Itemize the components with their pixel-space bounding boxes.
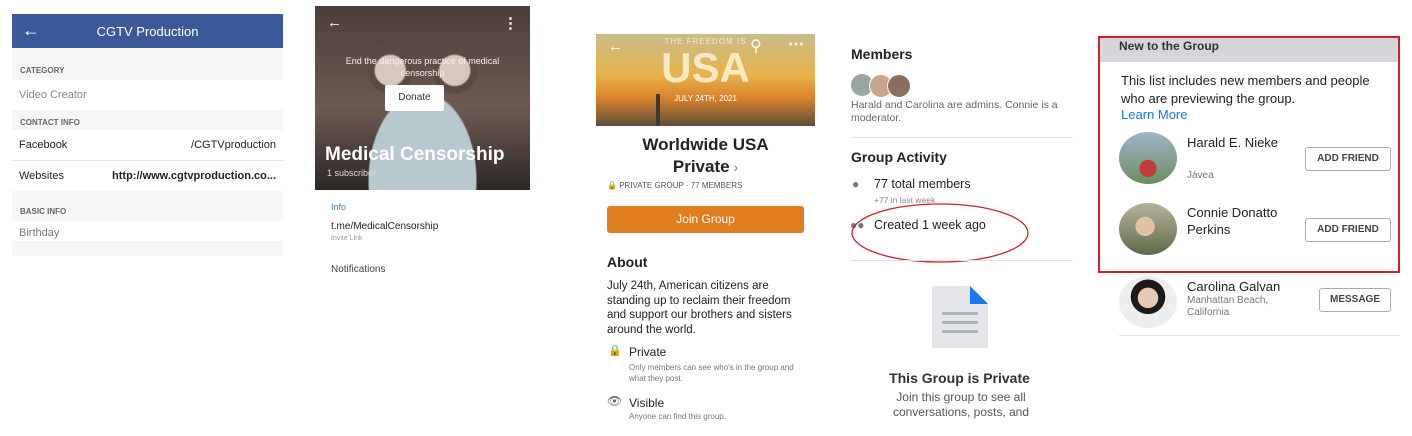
cgtv-header: ← CGTV Production [12, 14, 283, 48]
group-cover-image: THE FREEDOM IS USA JULY 24TH, 2021 [596, 34, 815, 126]
back-arrow-icon[interactable]: ← [608, 38, 623, 55]
privacy-desc: Only members can see who's in the group … [629, 363, 794, 383]
telegram-channel-panel: ← ⋮ End the dangerous practice of medica… [315, 6, 530, 276]
basic-info-header: BASIC INFO [20, 207, 67, 216]
group-name-line1: Worldwide USA [642, 135, 769, 154]
birthday-row-cutoff: Birthday [12, 221, 283, 241]
document-icon [932, 286, 988, 348]
category-header: CATEGORY [20, 66, 65, 75]
member-avatar-carolina[interactable] [1119, 276, 1177, 328]
link-caption: Invite Link [331, 235, 363, 242]
contact-header: CONTACT INFO [20, 118, 80, 127]
category-value: Video Creator [19, 89, 87, 101]
category-row: Video Creator [12, 80, 283, 110]
group-preview-panel: THE FREEDOM IS USA JULY 24TH, 2021 ← ⚲ ⋯… [596, 34, 815, 434]
about-header: About [607, 254, 648, 270]
websites-row[interactable]: Websites http://www.cgtvproduction.co... [12, 161, 283, 191]
lock-icon: 🔒 [608, 345, 622, 357]
info-header: Info [331, 202, 347, 212]
group-meta: 🔒 PRIVATE GROUP · 77 MEMBERS [607, 181, 742, 190]
more-options-icon[interactable]: ⋮ [503, 14, 518, 32]
red-circle-annotation [851, 203, 1029, 263]
lock-icon: 🔒 [607, 181, 617, 190]
divider [851, 260, 1073, 261]
admins-text: Harald and Carolina are admins. Connie i… [851, 99, 1058, 124]
group-name-private: Private [672, 157, 730, 176]
message-button[interactable]: MESSAGE [1319, 288, 1391, 312]
member-location-carolina: Manhattan Beach, California [1187, 295, 1269, 318]
websites-label: Websites [19, 170, 65, 182]
person-icon: ● [852, 177, 860, 191]
privacy-title: Private [629, 345, 667, 359]
member-name-carolina[interactable]: Carolina Galvan [1187, 279, 1280, 294]
cgtv-info-panel: ← CGTV Production CATEGORY Video Creator… [12, 14, 283, 256]
group-meta-text: PRIVATE GROUP · 77 MEMBERS [619, 181, 743, 190]
red-highlight-box [1098, 36, 1400, 273]
search-icon[interactable]: ⚲ [750, 36, 762, 56]
channel-link[interactable]: t.me/MedicalCensorship [331, 221, 438, 232]
more-options-icon[interactable]: ⋯ [788, 34, 804, 54]
private-group-desc: Join this group to see all conversations… [892, 390, 1030, 419]
facebook-value[interactable]: /CGTVproduction [191, 139, 276, 151]
channel-name: Medical Censorship [325, 144, 505, 165]
join-group-button[interactable]: Join Group [607, 206, 804, 233]
page-title: CGTV Production [96, 24, 199, 39]
visibility-desc: Anyone can find this group. [629, 412, 726, 421]
eye-icon: 👁 [607, 394, 623, 408]
birthday-label: Birthday [19, 227, 60, 239]
group-activity-panel: Members Harald and Carolina are admins. … [846, 36, 1073, 430]
divider [851, 137, 1073, 138]
about-text: July 24th, American citizens are standin… [607, 280, 792, 336]
visibility-title: Visible [629, 396, 665, 410]
donate-button[interactable]: Donate [385, 85, 444, 111]
group-activity-header: Group Activity [851, 149, 947, 165]
chevron-right-icon: › [729, 159, 739, 175]
subscriber-count: 1 subscriber [327, 168, 377, 178]
new-members-panel: New to the Group This list includes new … [1098, 36, 1400, 336]
member-avatar[interactable] [887, 74, 911, 98]
banner-date: JULY 24TH, 2021 [674, 94, 737, 103]
divider [1119, 335, 1400, 336]
members-header: Members [851, 46, 913, 62]
total-members: 77 total members [874, 177, 971, 191]
facebook-label: Facebook [19, 139, 68, 151]
group-name-line2[interactable]: Private › [596, 157, 815, 177]
back-arrow-icon[interactable]: ← [327, 14, 342, 31]
facebook-row[interactable]: Facebook /CGTVproduction [12, 130, 283, 161]
websites-value[interactable]: http://www.cgtvproduction.co... [112, 170, 276, 182]
banner-big-text: USA [661, 44, 750, 91]
notifications-row[interactable]: Notifications [331, 264, 385, 275]
private-group-title: This Group is Private [889, 370, 1030, 386]
cover-overlay-text: End the dangerous practice of medical ce… [345, 56, 500, 78]
